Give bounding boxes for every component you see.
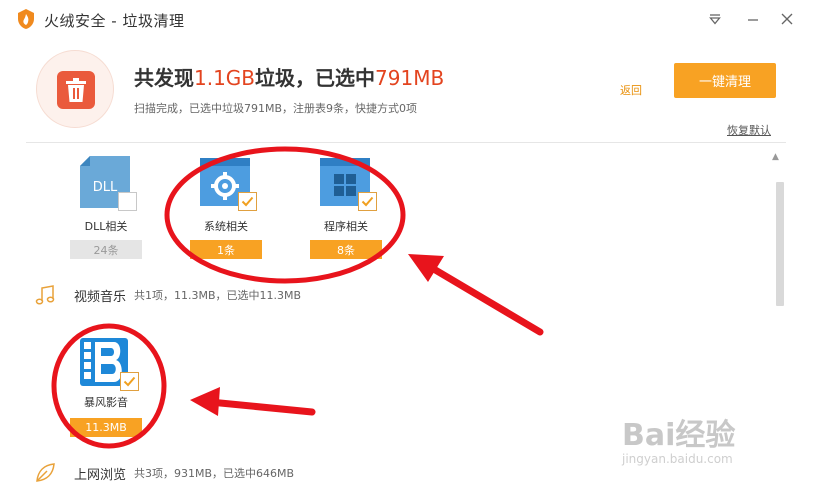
annotation-arrow-items	[408, 254, 544, 336]
triangle-menu-icon	[709, 14, 721, 25]
item-label-system: 系统相关	[204, 220, 248, 233]
checkmark-icon	[241, 196, 254, 207]
category-name: 上网浏览	[74, 467, 127, 483]
category-name: 视频音乐	[74, 289, 127, 305]
trash-icon	[57, 71, 95, 109]
checkbox-baofeng[interactable]	[120, 372, 139, 391]
checkmark-icon	[123, 376, 136, 387]
scan-result-headline: 共发现1.1GB垃圾，已选中791MB	[134, 62, 444, 91]
close-icon	[781, 13, 793, 25]
one-click-clean-button[interactable]: 一键清理	[674, 63, 776, 98]
selected-size: 791MB	[375, 66, 445, 90]
baidu-jingyan-watermark: Bai经验 jingyan.baidu.com	[622, 402, 782, 474]
scan-summary-header: 共发现1.1GB垃圾，已选中791MB 扫描完成，已选中垃圾791MB，注册表9…	[0, 38, 814, 144]
headline-middle: 垃圾，已选中	[255, 66, 376, 90]
restore-default-link[interactable]: 恢复默认	[727, 122, 771, 138]
category-detail: 共3项，931MB，已选中646MB	[134, 467, 295, 480]
back-link[interactable]: 返回	[620, 82, 642, 98]
item-tile-program[interactable]: 程序相关 8条	[310, 154, 382, 260]
scan-result-subline: 扫描完成，已选中垃圾791MB，注册表9条，快捷方式0项	[134, 102, 418, 115]
minimize-icon	[748, 19, 758, 21]
browser-leaf-icon	[36, 463, 55, 482]
checkmark-icon	[361, 196, 374, 207]
item-size-baofeng: 11.3MB	[70, 418, 142, 437]
item-count-system: 1条	[190, 240, 262, 259]
item-tile-dll[interactable]: DLL DLL相关 24条	[70, 154, 142, 260]
annotation-arrow-baofeng	[190, 387, 316, 416]
item-count-program: 8条	[310, 240, 382, 259]
item-count-dll: 24条	[70, 240, 142, 259]
watermark-logo: Bai经验	[622, 418, 736, 453]
dll-icon-text: DLL	[93, 180, 118, 195]
checkbox-system[interactable]	[238, 192, 257, 211]
huorong-logo-icon	[18, 9, 34, 29]
item-label-baofeng: 暴风影音	[84, 396, 128, 409]
trash-badge	[36, 50, 114, 128]
headline-prefix: 共发现	[134, 66, 194, 90]
category-video-music[interactable]: 视频音乐 共1项，11.3MB，已选中11.3MB	[34, 284, 301, 306]
header-divider	[26, 142, 786, 143]
item-tile-baofeng[interactable]: 暴风影音 11.3MB	[70, 336, 142, 440]
item-tile-system[interactable]: 系统相关 1条	[190, 154, 262, 260]
watermark-url: jingyan.baidu.com	[622, 452, 733, 466]
item-label-dll: DLL相关	[84, 220, 128, 233]
title-bar: 火绒安全 - 垃圾清理	[0, 0, 814, 38]
scrollbar-thumb[interactable]	[776, 182, 784, 306]
category-detail: 共1项，11.3MB，已选中11.3MB	[134, 289, 302, 302]
window-title: 火绒安全 - 垃圾清理	[44, 12, 185, 30]
category-web-browsing[interactable]: 上网浏览 共3项，931MB，已选中646MB	[34, 462, 294, 484]
music-note-icon	[35, 285, 55, 305]
checkbox-dll[interactable]	[118, 192, 137, 211]
minimize-button[interactable]	[742, 8, 764, 30]
scroll-up-arrow-icon[interactable]: ▲	[772, 152, 779, 162]
checkbox-program[interactable]	[358, 192, 377, 211]
item-label-program: 程序相关	[324, 220, 368, 233]
found-size: 1.1GB	[194, 66, 256, 90]
menu-button[interactable]	[704, 8, 726, 30]
close-button[interactable]	[776, 8, 798, 30]
